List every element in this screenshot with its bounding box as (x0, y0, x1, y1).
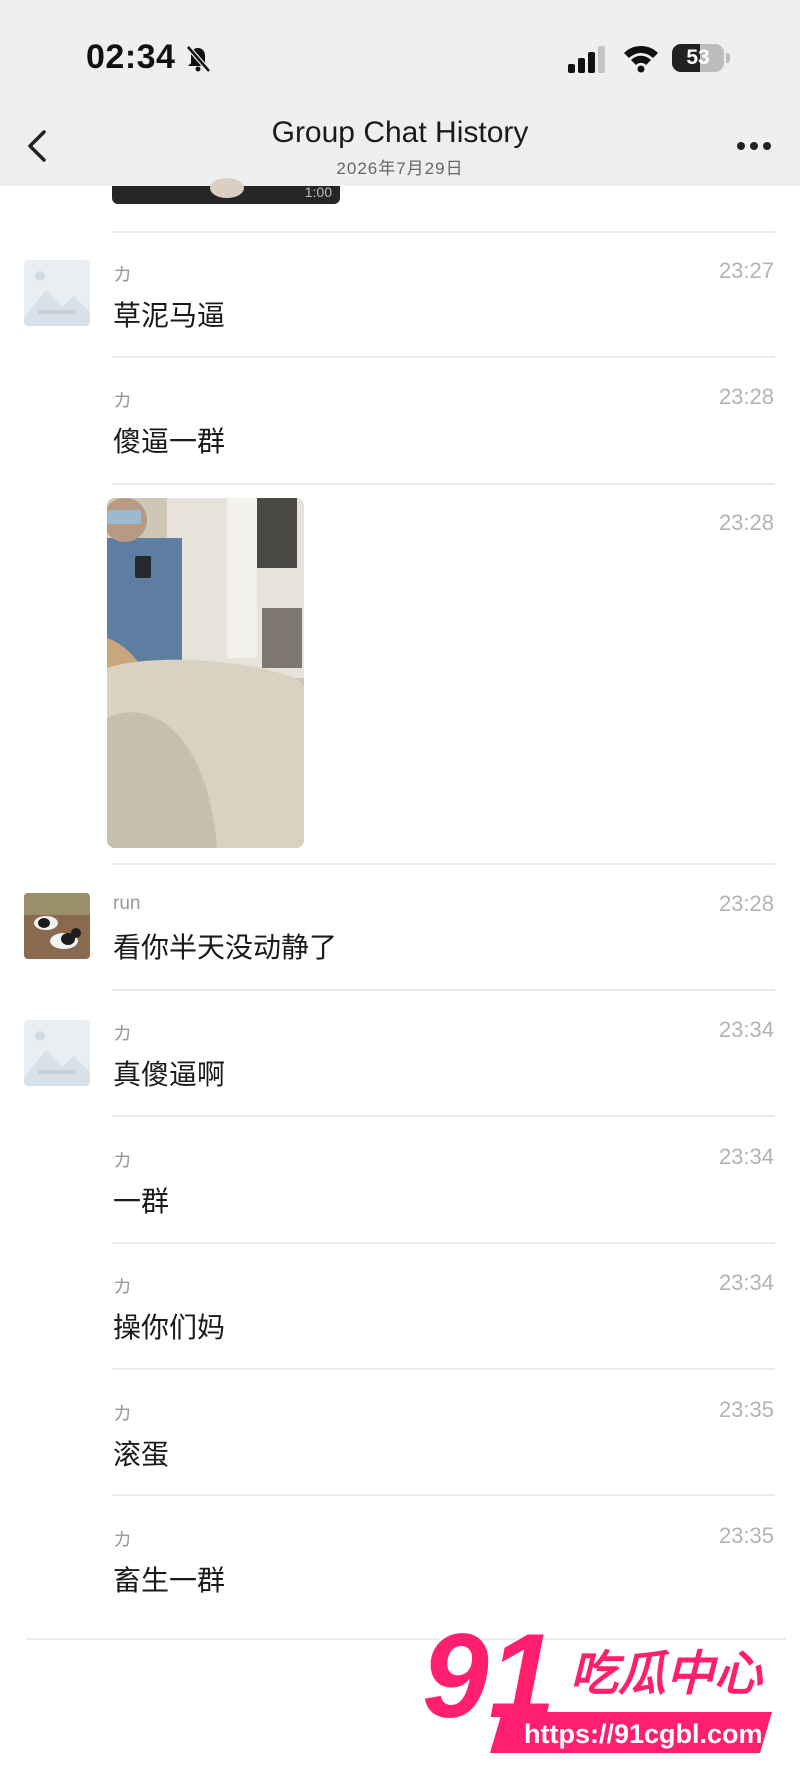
divider (112, 863, 775, 865)
message-text[interactable]: 真傻逼啊 (113, 1053, 225, 1093)
message-time: 23:28 (718, 384, 774, 409)
divider (112, 483, 775, 485)
video-message-thumbnail[interactable]: 1:00 (112, 178, 340, 204)
divider (112, 356, 775, 358)
sender-name: run (113, 893, 141, 914)
sender-name: カ (113, 391, 133, 412)
message-time: 23:28 (718, 510, 774, 535)
divider (112, 989, 775, 991)
sender-name: カ (113, 265, 133, 286)
more-options-icon[interactable] (735, 140, 773, 152)
divider (112, 1494, 775, 1496)
clock: 02:34 (86, 38, 176, 76)
message-text[interactable]: 看你半天没动静了 (113, 926, 337, 966)
message-time: 23:34 (718, 1144, 774, 1169)
cellular-signal-icon (568, 46, 605, 73)
message-time: 23:35 (718, 1397, 774, 1422)
sender-name: カ (113, 1151, 133, 1172)
divider (112, 1115, 775, 1117)
message-time: 23:28 (718, 891, 774, 916)
message-text[interactable]: 操你们妈 (113, 1306, 225, 1346)
avatar-placeholder[interactable] (24, 260, 90, 326)
divider (112, 231, 775, 233)
message-time: 23:27 (718, 258, 774, 283)
page-title: Group Chat History (271, 116, 529, 149)
sender-name: カ (113, 1277, 133, 1298)
status-bar: 02:34 53 (0, 0, 800, 110)
wifi-icon (624, 45, 658, 73)
sender-name: カ (113, 1024, 133, 1045)
message-text[interactable]: 傻逼一群 (113, 420, 225, 460)
divider (112, 1368, 775, 1370)
chat-history-header: Group Chat History 2026年7月29日 (0, 110, 800, 186)
silent-bell-icon (186, 45, 211, 73)
cat-avatar-icon (24, 893, 90, 959)
battery-cap (726, 53, 730, 63)
video-duration: 1:00 (304, 184, 332, 200)
watermark-url: https://91cgbl.com (524, 1719, 763, 1749)
photo-content (107, 498, 304, 848)
video-frame-detail (210, 178, 244, 198)
message-time: 23:34 (718, 1270, 774, 1295)
sender-name: カ (113, 1404, 133, 1425)
message-text[interactable]: 一群 (113, 1180, 169, 1220)
message-time: 23:34 (718, 1017, 774, 1042)
message-text[interactable]: 畜生一群 (113, 1559, 225, 1599)
image-message[interactable] (107, 498, 304, 848)
site-watermark-logo: 91 吃瓜中心 https://91cgbl.com (421, 1608, 772, 1753)
page-date: 2026年7月29日 (336, 159, 464, 178)
message-text[interactable]: 滚蛋 (113, 1433, 169, 1473)
avatar-placeholder[interactable] (24, 1020, 90, 1086)
message-time: 23:35 (718, 1523, 774, 1548)
battery-indicator: 53 (672, 44, 724, 72)
image-placeholder-icon (24, 1020, 90, 1086)
battery-percent: 53 (686, 46, 710, 69)
watermark-brand: 吃瓜中心 (570, 1646, 764, 1702)
image-placeholder-icon (24, 260, 90, 326)
avatar-cats[interactable] (24, 893, 90, 959)
divider (112, 1242, 775, 1244)
message-text[interactable]: 草泥马逼 (113, 294, 225, 334)
sender-name: カ (113, 1530, 133, 1551)
